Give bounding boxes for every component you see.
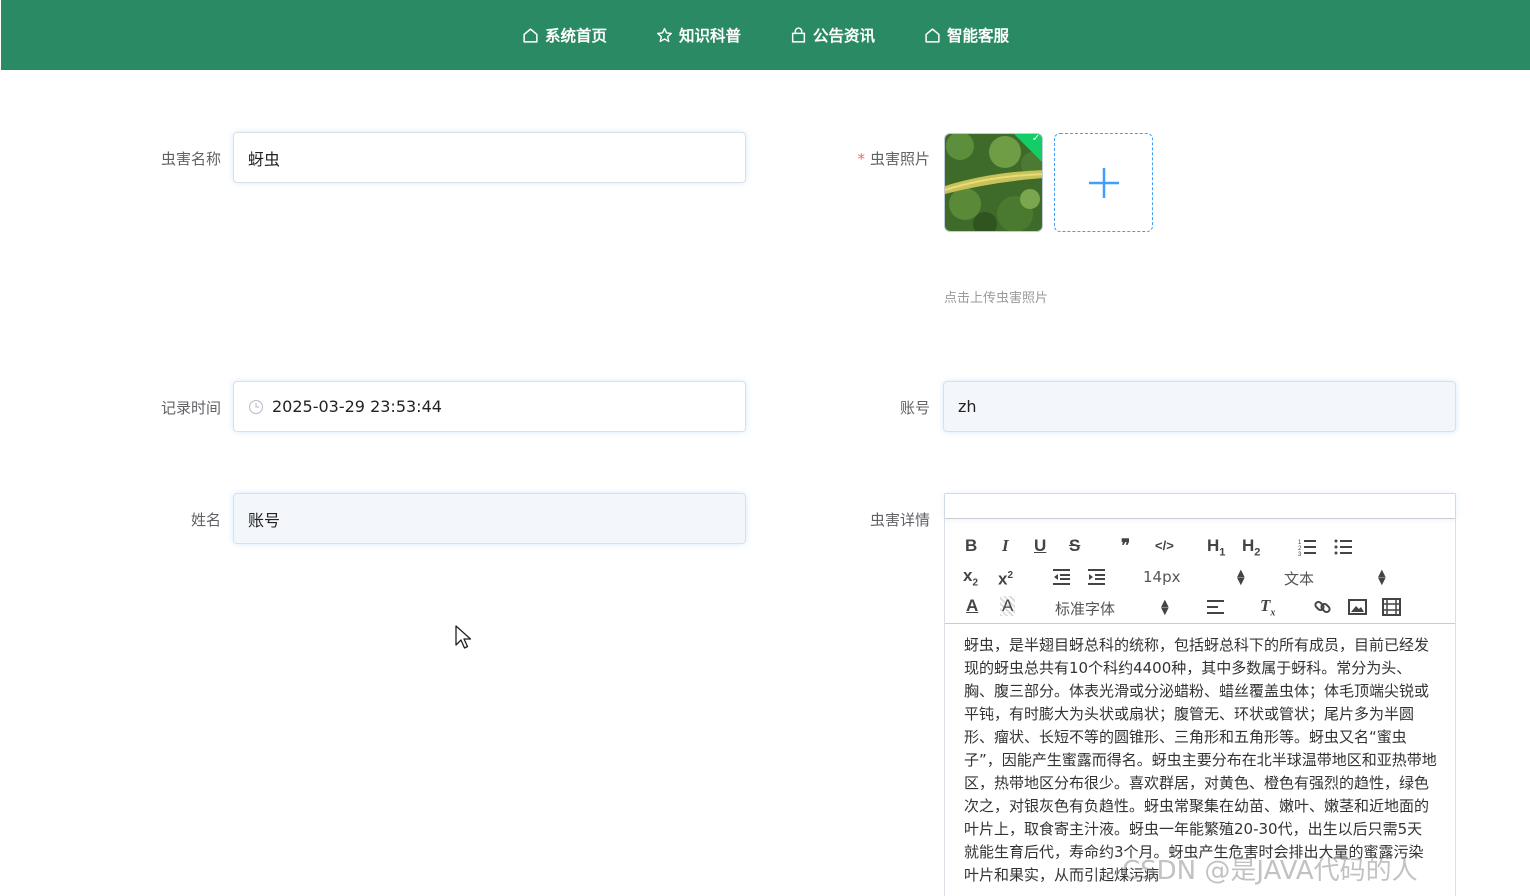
star-icon bbox=[656, 27, 672, 42]
nav-item-knowledge[interactable]: 知识科普 bbox=[656, 24, 741, 46]
heading1-icon[interactable]: H1 bbox=[1207, 536, 1225, 562]
uploaded-photo-thumbnail[interactable]: ✓ bbox=[944, 133, 1043, 232]
svg-text:3: 3 bbox=[1298, 552, 1302, 556]
pest-name-input[interactable]: 蚜虫 bbox=[233, 132, 746, 183]
font-size-select[interactable]: 14px bbox=[1143, 568, 1181, 586]
underline-icon[interactable]: U bbox=[1034, 536, 1046, 556]
bullet-list-icon[interactable] bbox=[1334, 538, 1353, 556]
font-family-select[interactable]: 标准字体 bbox=[1055, 598, 1115, 619]
upload-photo-button[interactable] bbox=[1054, 133, 1153, 232]
italic-icon[interactable]: I bbox=[1002, 536, 1009, 556]
top-navbar: 系统首页 知识科普 公告资讯 智能客服 bbox=[1, 0, 1530, 70]
mouse-cursor-icon bbox=[455, 625, 472, 649]
font-color-icon[interactable]: A bbox=[966, 596, 978, 616]
outdent-icon[interactable] bbox=[1052, 568, 1071, 586]
bag-icon bbox=[791, 26, 806, 43]
indent-icon[interactable] bbox=[1087, 568, 1106, 586]
superscript-icon[interactable]: x2 bbox=[998, 566, 1013, 590]
name-value: 账号 bbox=[248, 510, 281, 530]
video-icon[interactable] bbox=[1382, 598, 1401, 616]
account-value: zh bbox=[958, 397, 977, 416]
editor-top-bar bbox=[945, 494, 1455, 519]
chevron-updown-icon: ▲ ▼ bbox=[1161, 598, 1169, 617]
account-input: zh bbox=[943, 381, 1456, 432]
nav-item-label: 公告资讯 bbox=[813, 27, 876, 45]
nav-item-label: 系统首页 bbox=[544, 27, 607, 45]
background-color-icon[interactable]: A bbox=[1000, 596, 1016, 616]
plus-icon bbox=[1088, 167, 1119, 198]
home-icon bbox=[925, 27, 940, 43]
link-icon[interactable] bbox=[1313, 598, 1332, 616]
nav-item-home[interactable]: 系统首页 bbox=[522, 24, 607, 46]
nav-item-service[interactable]: 智能客服 bbox=[924, 24, 1009, 46]
record-time-value: 2025-03-29 23:53:44 bbox=[272, 397, 442, 416]
editor-toolbar: B I U S ❞ </> H1 H2 123 x2 x2 14px ▲ ▼ 文本… bbox=[945, 519, 1455, 624]
clock-icon bbox=[248, 399, 264, 414]
nav-item-label: 智能客服 bbox=[947, 27, 1010, 45]
clear-format-icon[interactable]: Tx bbox=[1260, 596, 1275, 623]
nav-item-announcements[interactable]: 公告资讯 bbox=[790, 24, 875, 46]
home-icon bbox=[523, 27, 538, 43]
align-icon[interactable] bbox=[1206, 598, 1225, 616]
rich-text-editor: B I U S ❞ </> H1 H2 123 x2 x2 14px ▲ ▼ 文本… bbox=[944, 493, 1456, 896]
pest-photo-label-text: 虫害照片 bbox=[869, 150, 930, 168]
account-label: 账号 bbox=[899, 399, 930, 417]
bold-icon[interactable]: B bbox=[965, 536, 977, 556]
editor-content[interactable]: 蚜虫，是半翅目蚜总科的统称，包括蚜总科下的所有成员，目前已经发现的蚜虫总共有10… bbox=[945, 624, 1455, 887]
pest-name-label: 虫害名称 bbox=[160, 150, 221, 168]
header-select[interactable]: 文本 bbox=[1284, 568, 1314, 589]
chevron-updown-icon: ▲ ▼ bbox=[1378, 568, 1386, 587]
name-label: 姓名 bbox=[190, 511, 221, 529]
pest-photo-label: * 虫害照片 bbox=[820, 148, 930, 169]
csdn-watermark: CSDN @是JAVA代码的人 bbox=[1122, 856, 1418, 886]
required-asterisk: * bbox=[857, 150, 865, 168]
heading2-icon[interactable]: H2 bbox=[1242, 536, 1260, 562]
code-icon[interactable]: </> bbox=[1155, 536, 1174, 556]
upload-tip-text: 点击上传虫害照片 bbox=[944, 291, 1049, 306]
check-icon: ✓ bbox=[1031, 133, 1041, 144]
image-icon[interactable] bbox=[1348, 598, 1367, 616]
name-input: 账号 bbox=[233, 493, 746, 544]
record-time-picker[interactable]: 2025-03-29 23:53:44 bbox=[233, 381, 746, 432]
ordered-list-icon[interactable]: 123 bbox=[1298, 538, 1317, 556]
blockquote-icon[interactable]: ❞ bbox=[1121, 536, 1130, 556]
strike-icon[interactable]: S bbox=[1069, 536, 1080, 556]
record-time-label: 记录时间 bbox=[160, 399, 221, 417]
subscript-icon[interactable]: x2 bbox=[963, 566, 978, 593]
nav-item-label: 知识科普 bbox=[678, 27, 741, 45]
chevron-updown-icon: ▲ ▼ bbox=[1237, 568, 1245, 587]
pest-detail-label: 虫害详情 bbox=[869, 511, 930, 529]
pest-name-value: 蚜虫 bbox=[248, 149, 281, 169]
